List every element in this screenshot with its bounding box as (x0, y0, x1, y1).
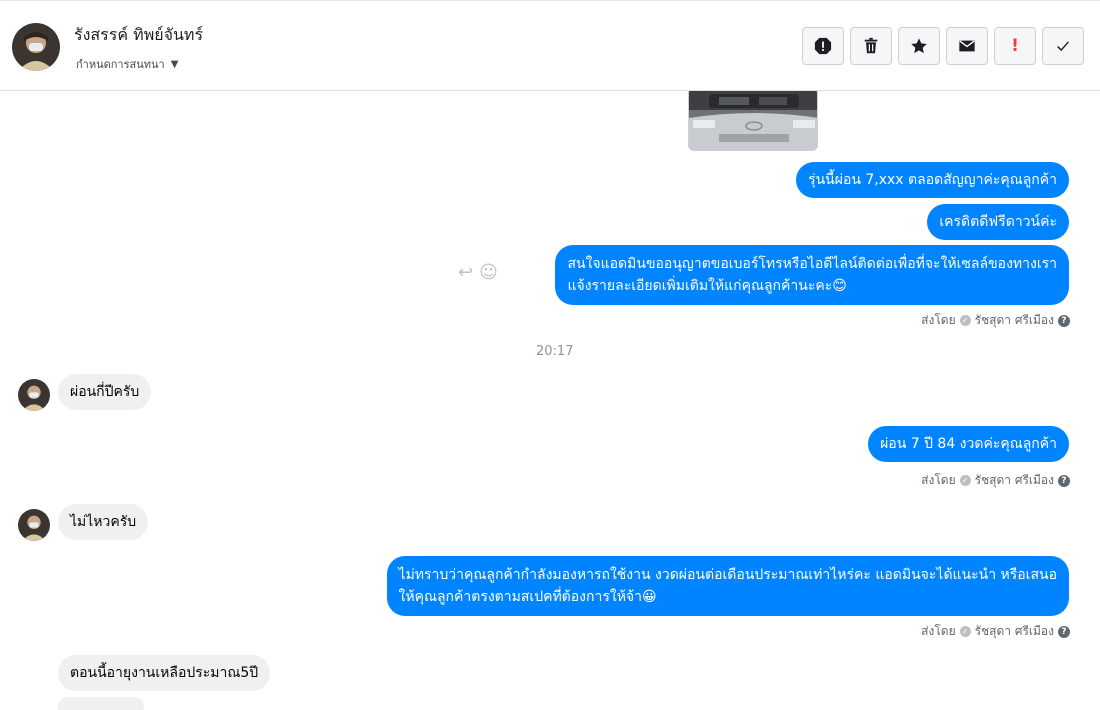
incoming-message[interactable]: ไม่ไหวครับ (58, 504, 149, 540)
contact-avatar[interactable] (12, 23, 60, 71)
exclamation-icon: ! (1011, 36, 1019, 56)
help-icon[interactable]: ? (1058, 474, 1070, 487)
mark-spam-button[interactable] (802, 27, 844, 65)
message-text: ไม่ไหวครับ (70, 514, 137, 530)
message-text-line: ไม่ทราบว่าคุณลูกค้ากำลังมองหารถใช้งาน งว… (398, 567, 1057, 583)
star-button[interactable] (898, 27, 940, 65)
message-text-line: ให้คุณลูกค้าตรงตามสเปคที่ต้องการให้จ้า😀 (398, 589, 657, 605)
incoming-message[interactable]: ผ่อนกี่ปีครับ (58, 374, 152, 410)
outgoing-message[interactable]: ไม่ทราบว่าคุณลูกค้ากำลังมองหารถใช้งาน งว… (386, 556, 1069, 616)
message-thread[interactable]: รุ่นนี้ผ่อน 7,xxx ตลอดสัญญาค่ะคุณลูกค้า … (0, 91, 1100, 710)
mark-unread-button[interactable] (946, 27, 988, 65)
car-photo-attachment[interactable] (688, 91, 818, 151)
message-text: ตอนนี้อายุงานเหลือประมาณ5ปี (70, 665, 259, 681)
message-text-line: สนใจแอดมินขออนุญาตขอเบอร์โทรหรือไอดีไลน์… (567, 256, 1057, 272)
sent-by-info: ส่งโดย ✓ รัชสุดา ศรีเมือง ? (921, 471, 1070, 490)
sent-by-prefix: ส่งโดย (921, 313, 956, 327)
delete-button[interactable] (850, 27, 892, 65)
agent-check-icon: ✓ (959, 315, 971, 326)
conversation-header: รังสรรค์ ทิพย์จันทร์ กำหนดการสนทนา ▼ ! (0, 0, 1100, 91)
outgoing-message[interactable]: สนใจแอดมินขออนุญาตขอเบอร์โทรหรือไอดีไลน์… (555, 245, 1069, 305)
caret-down-icon: ▼ (170, 58, 179, 70)
contact-name: รังสรรค์ ทิพย์จันทร์ (74, 25, 204, 44)
message-text: รุ่นนี้ผ่อน 7,xxx ตลอดสัญญาค่ะคุณลูกค้า (808, 172, 1057, 188)
agent-check-icon: ✓ (959, 475, 971, 486)
outgoing-message[interactable]: รุ่นนี้ผ่อน 7,xxx ตลอดสัญญาค่ะคุณลูกค้า (796, 162, 1069, 198)
incoming-message-partial[interactable] (58, 697, 144, 710)
alert-icon (814, 37, 832, 55)
reply-icon[interactable]: ↩ (458, 262, 473, 283)
help-icon[interactable]: ? (1058, 625, 1070, 638)
assign-label: กำหนดการสนทนา (76, 58, 165, 71)
trash-icon (864, 37, 878, 54)
contact-avatar-small[interactable] (18, 509, 50, 541)
contact-avatar-small[interactable] (18, 379, 50, 411)
help-icon[interactable]: ? (1058, 314, 1070, 327)
sent-by-info: ส่งโดย ✓ รัชสุดา ศรีเมือง ? (921, 622, 1070, 641)
message-actions: ↩ ☺ (458, 262, 498, 283)
envelope-icon (959, 40, 975, 52)
smiley-icon[interactable]: ☺ (479, 262, 498, 283)
assign-conversation-dropdown[interactable]: กำหนดการสนทนา ▼ (76, 55, 178, 73)
thread-timestamp: 20:17 (536, 344, 574, 359)
check-icon (1057, 41, 1069, 52)
incoming-message[interactable]: ตอนนี้อายุงานเหลือประมาณ5ปี (58, 655, 271, 691)
outgoing-message[interactable]: เครดิตดีฟรีดาวน์ค่ะ (927, 204, 1069, 240)
message-text: ผ่อนกี่ปีครับ (70, 384, 140, 400)
conversation-toolbar: ! (802, 27, 1084, 65)
follow-up-button[interactable]: ! (994, 27, 1036, 65)
sent-by-agent: รัชสุดา ศรีเมือง (974, 313, 1054, 327)
sent-by-agent: รัชสุดา ศรีเมือง (974, 473, 1054, 487)
message-text-line: แจ้งรายละเอียดเพิ่มเติมให้แก่คุณลูกค้านะ… (567, 278, 847, 294)
sent-by-agent: รัชสุดา ศรีเมือง (974, 624, 1054, 638)
agent-check-icon: ✓ (959, 626, 971, 637)
mark-done-button[interactable] (1042, 27, 1084, 65)
message-text: เครดิตดีฟรีดาวน์ค่ะ (939, 214, 1057, 230)
message-text: ผ่อน 7 ปี 84 งวดค่ะคุณลูกค้า (880, 436, 1057, 452)
sent-by-prefix: ส่งโดย (921, 473, 956, 487)
sent-by-prefix: ส่งโดย (921, 624, 956, 638)
outgoing-message[interactable]: ผ่อน 7 ปี 84 งวดค่ะคุณลูกค้า (868, 426, 1069, 462)
star-icon (911, 38, 927, 54)
sent-by-info: ส่งโดย ✓ รัชสุดา ศรีเมือง ? (921, 311, 1070, 330)
